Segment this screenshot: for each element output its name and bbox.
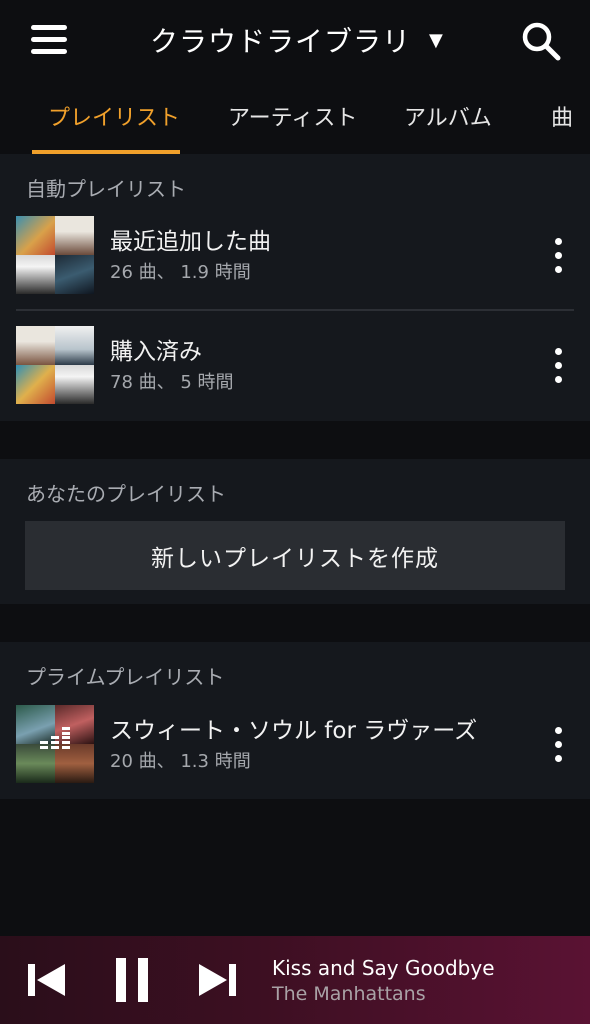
playlist-artwork — [16, 326, 94, 404]
your-playlists-section: あなたのプレイリスト 新しいプレイリストを作成 — [0, 459, 590, 604]
section-label: 自動プレイリスト — [26, 177, 186, 201]
prime-playlists-section: プライムプレイリスト スウィート・ソウル for ラヴァーズ 20 曲、 1.3… — [0, 642, 590, 799]
playlist-meta: 78 曲、 5 時間 — [110, 372, 234, 393]
playlist-row[interactable]: 最近追加した曲 26 曲、 1.9 時間 — [0, 206, 590, 304]
more-options-icon[interactable] — [546, 340, 570, 390]
tab-playlists[interactable]: プレイリスト — [48, 100, 180, 132]
tab-artists[interactable]: アーティスト — [228, 100, 357, 132]
auto-playlists-section: 自動プレイリスト 最近追加した曲 26 曲、 1.9 時間 購入済み 78 曲、… — [0, 154, 590, 421]
triangle-down-icon: ▼ — [429, 29, 443, 51]
playlist-title: 最近追加した曲 — [110, 229, 271, 255]
playlist-meta: 26 曲、 1.9 時間 — [110, 262, 251, 283]
section-label: あなたのプレイリスト — [26, 482, 226, 506]
playlist-row[interactable]: 購入済み 78 曲、 5 時間 — [0, 316, 590, 414]
top-bar: クラウドライブラリ ▼ — [0, 0, 590, 80]
now-playing-title: Kiss and Say Goodbye — [272, 956, 495, 980]
menu-icon[interactable] — [31, 25, 67, 55]
tab-bar: プレイリスト アーティスト アルバム 曲 — [0, 84, 590, 154]
tab-albums[interactable]: アルバム — [404, 100, 492, 132]
playlist-artwork — [16, 216, 94, 294]
page-title: クラウドライブラリ — [150, 25, 412, 58]
library-selector[interactable]: クラウドライブラリ ▼ — [150, 18, 443, 62]
more-options-icon[interactable] — [546, 719, 570, 769]
section-label: プライムプレイリスト — [26, 665, 225, 689]
tab-songs[interactable]: 曲 — [551, 100, 573, 132]
equalizer-icon — [40, 727, 70, 749]
now-playing-bar[interactable]: Kiss and Say Goodbye The Manhattans — [0, 936, 590, 1024]
create-playlist-button[interactable]: 新しいプレイリストを作成 — [25, 521, 565, 590]
next-icon[interactable] — [198, 962, 236, 998]
more-options-icon[interactable] — [546, 230, 570, 280]
playlist-meta: 20 曲、 1.3 時間 — [110, 751, 251, 772]
previous-icon[interactable] — [28, 962, 66, 998]
playlist-title: スウィート・ソウル for ラヴァーズ — [110, 718, 478, 744]
search-icon[interactable] — [520, 20, 562, 62]
playlist-title: 購入済み — [110, 339, 202, 365]
divider — [16, 309, 574, 311]
now-playing-artist: The Manhattans — [272, 983, 426, 1005]
playlist-row[interactable]: スウィート・ソウル for ラヴァーズ 20 曲、 1.3 時間 — [0, 695, 590, 793]
pause-icon[interactable] — [116, 958, 148, 1002]
